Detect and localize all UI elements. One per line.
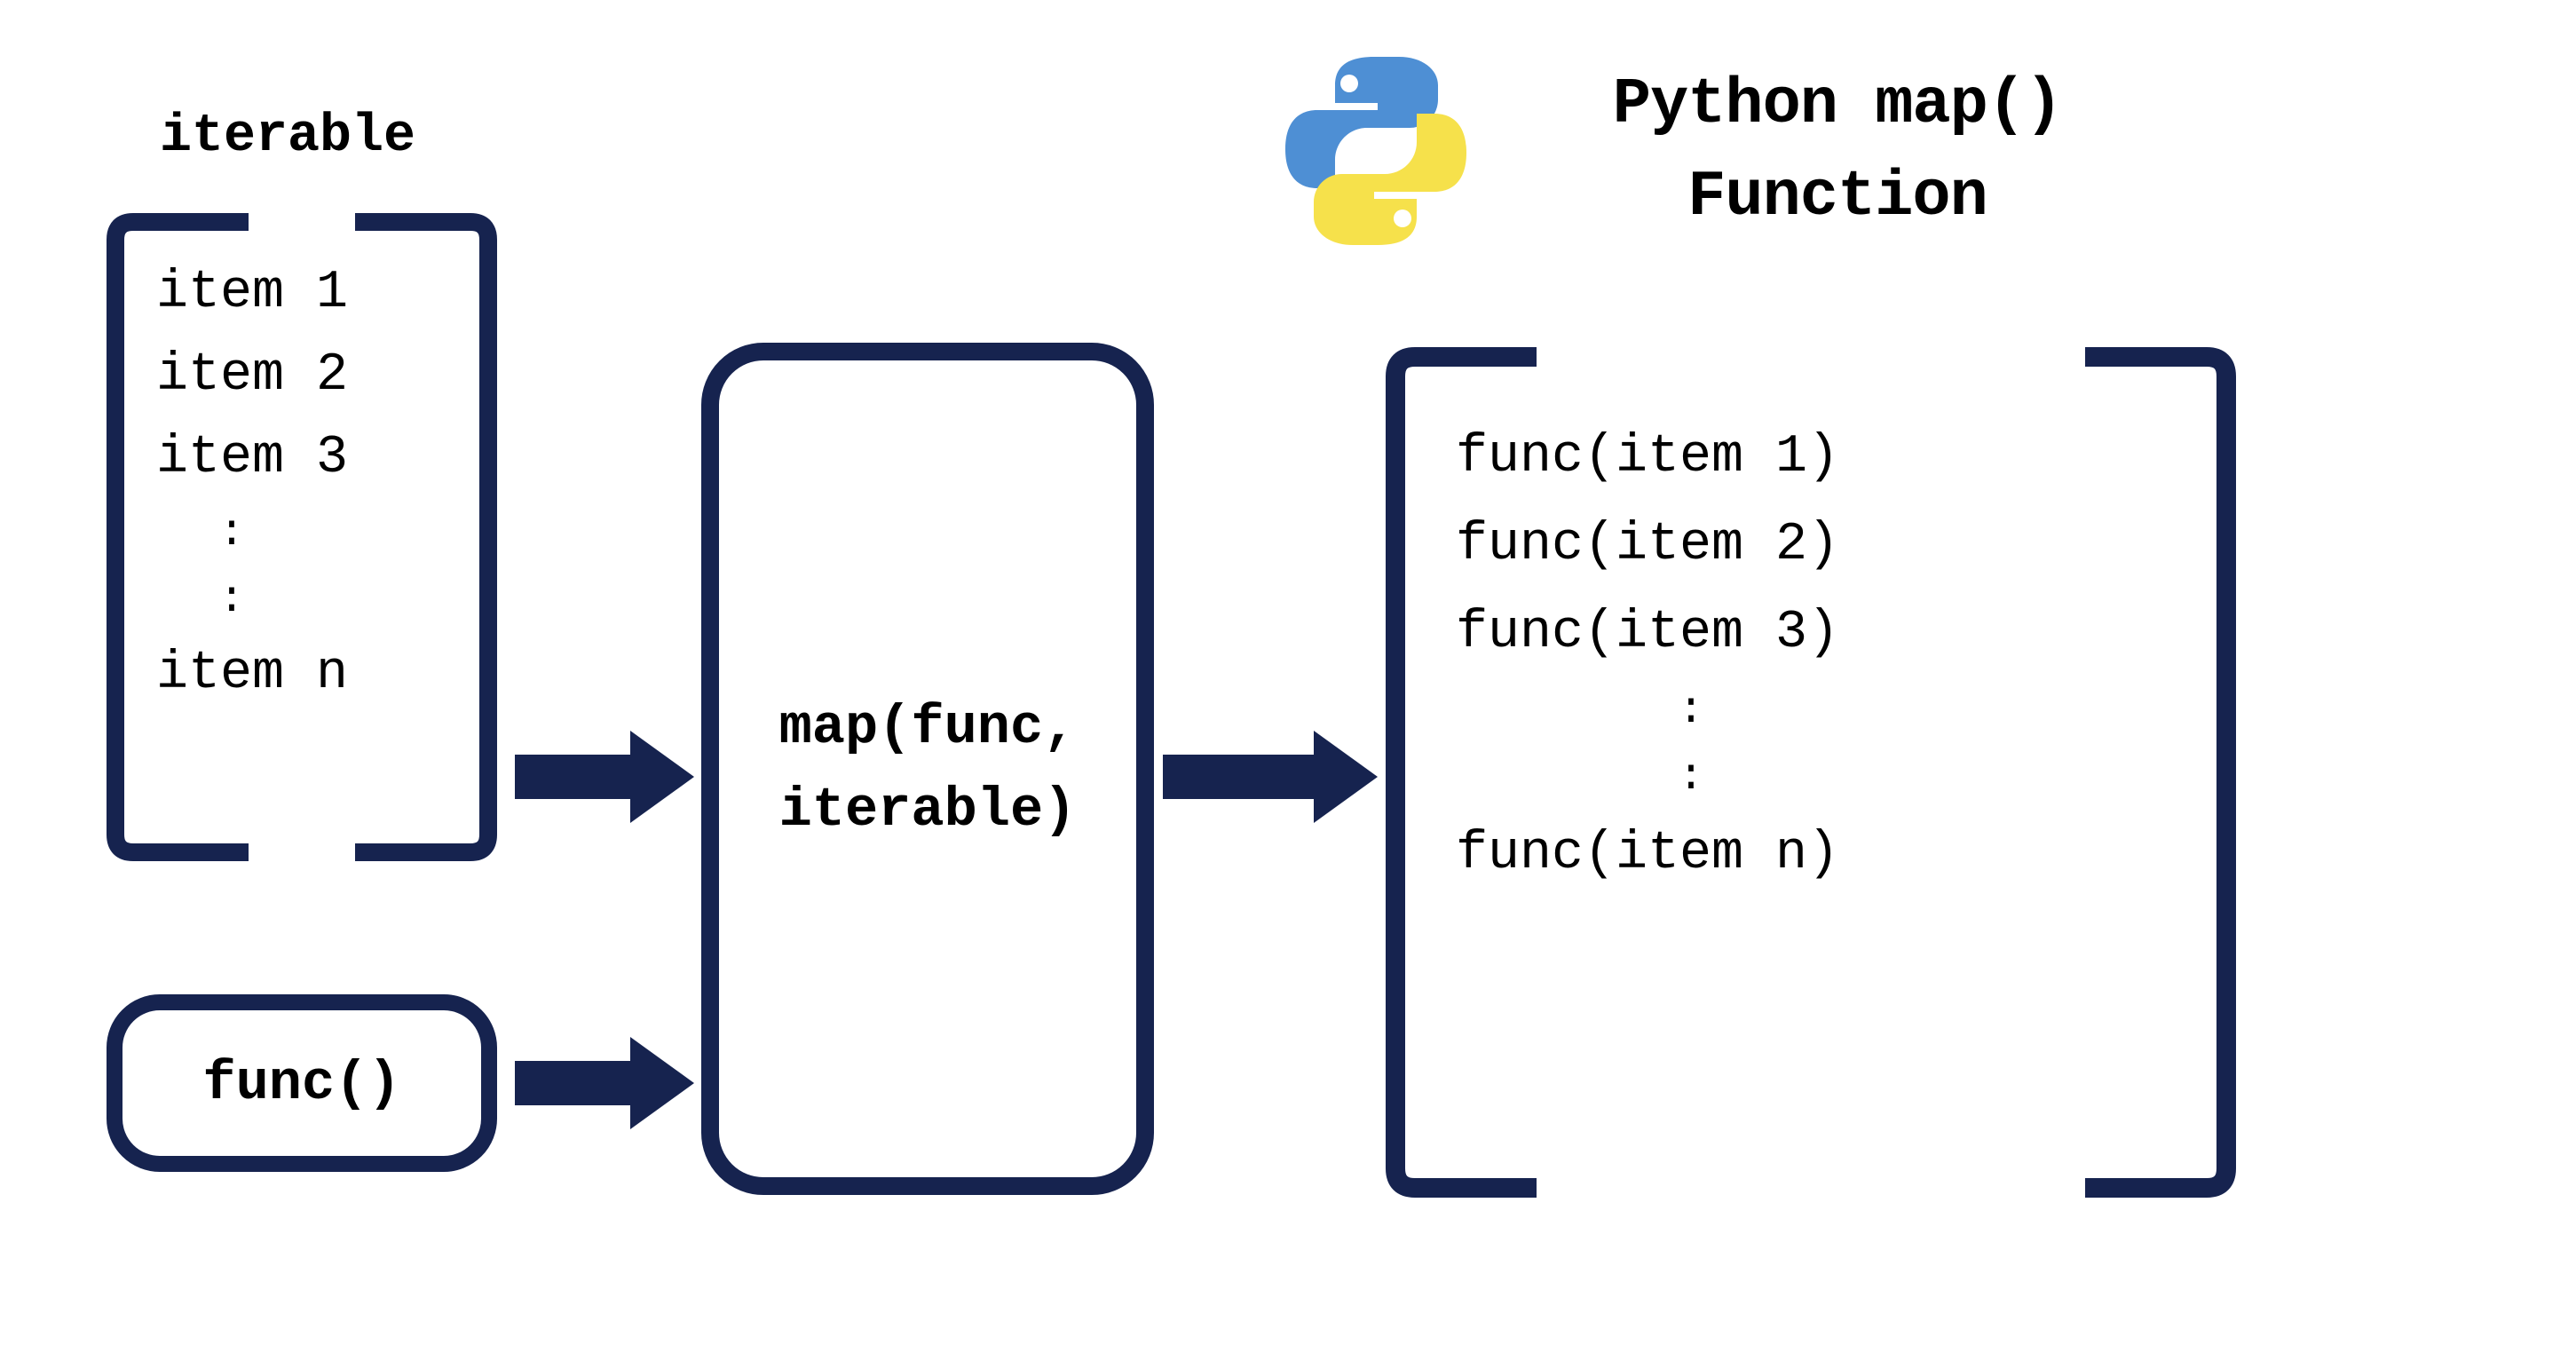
title-line1: Python map() <box>1491 59 2184 151</box>
output-item-last: func(item n) <box>1456 811 1839 898</box>
output-list-box: func(item 1) func(item 2) func(item 3) :… <box>1385 346 2237 1199</box>
ellipsis-icon: : <box>1456 677 1839 744</box>
iterable-label: iterable <box>160 107 415 167</box>
iterable-item-last: item n <box>156 633 348 716</box>
ellipsis-icon: : <box>156 566 348 633</box>
func-box: func() <box>107 994 497 1172</box>
iterable-list-box: item 1 item 2 item 3 : : item n <box>107 213 497 861</box>
output-item: func(item 2) <box>1456 502 1839 589</box>
func-label: func() <box>202 1052 400 1115</box>
iterable-item: item 1 <box>156 252 348 335</box>
python-logo-icon <box>1278 53 1474 253</box>
iterable-items: item 1 item 2 item 3 : : item n <box>156 252 348 716</box>
ellipsis-icon: : <box>1456 744 1839 811</box>
map-box-line1: map(func, <box>779 686 1077 769</box>
output-item: func(item 1) <box>1456 414 1839 502</box>
diagram-title: Python map() Function <box>1491 59 2184 244</box>
output-item: func(item 3) <box>1456 589 1839 677</box>
iterable-item: item 3 <box>156 417 348 500</box>
output-items: func(item 1) func(item 2) func(item 3) :… <box>1456 414 1839 898</box>
map-box-line2: iterable) <box>779 769 1077 851</box>
title-line2: Function <box>1491 151 2184 243</box>
iterable-item: item 2 <box>156 335 348 417</box>
map-function-box: map(func, iterable) <box>701 343 1154 1195</box>
ellipsis-icon: : <box>156 500 348 566</box>
